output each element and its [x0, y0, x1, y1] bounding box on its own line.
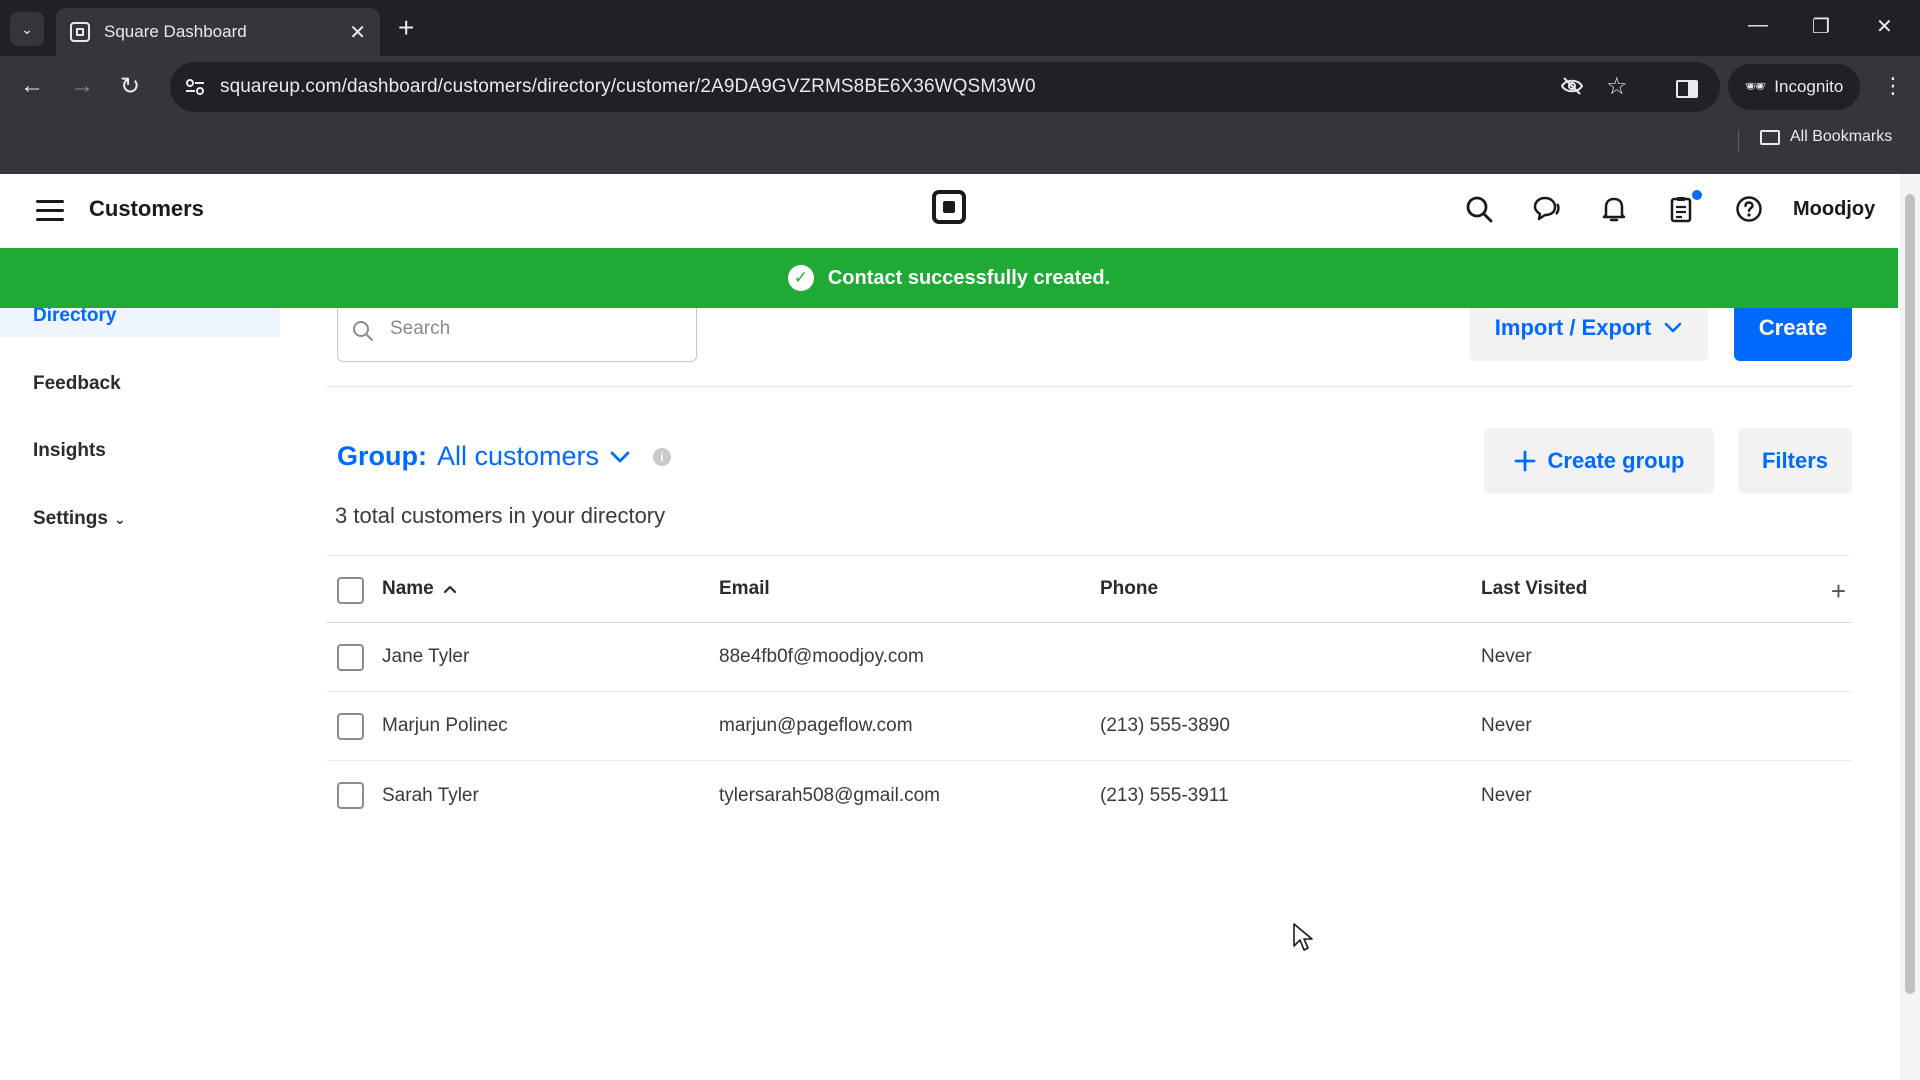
table-row[interactable]: Marjun Polinec marjun@pageflow.com (213)…	[326, 692, 1852, 761]
create-group-button[interactable]: Create group	[1484, 428, 1714, 494]
clipboard-tasks-icon[interactable]	[1666, 194, 1696, 224]
mouse-cursor-icon	[1293, 923, 1313, 951]
help-icon[interactable]	[1734, 194, 1764, 224]
star-bookmark-icon[interactable]: ☆	[1606, 72, 1628, 101]
table-row[interactable]: Sarah Tyler tylersarah508@gmail.com (213…	[326, 761, 1852, 830]
eye-off-icon[interactable]	[1560, 74, 1584, 98]
notifications-bell-icon[interactable]	[1599, 194, 1629, 224]
customer-phone: (213) 555-3911	[1100, 784, 1229, 806]
side-panel-icon[interactable]	[1676, 80, 1698, 98]
all-bookmarks-label: All Bookmarks	[1790, 128, 1893, 145]
search-icon	[353, 321, 373, 341]
app-header: Customers Moodjoy	[0, 174, 1898, 248]
last-visited-column-header[interactable]: Last Visited	[1481, 556, 1587, 622]
messages-icon[interactable]	[1531, 194, 1561, 224]
toolbar-divider	[326, 386, 1852, 387]
chevron-down-icon[interactable]	[609, 449, 631, 465]
page-title: Customers	[89, 196, 204, 221]
customer-last-visited: Never	[1481, 784, 1532, 806]
name-column-header[interactable]: Name	[382, 556, 458, 622]
close-tab-icon[interactable]: ✕	[349, 20, 366, 45]
sidebar-item-label: Settings	[33, 508, 108, 529]
customer-name: Jane Tyler	[382, 646, 470, 667]
table-header-row: Name Email Phone Last Visited +	[326, 555, 1852, 623]
reload-icon[interactable]: ↻	[120, 72, 140, 101]
customer-last-visited: Never	[1481, 715, 1532, 736]
search-input[interactable]: Search	[337, 300, 697, 362]
browser-menu-icon[interactable]: ⋮	[1882, 75, 1904, 97]
group-dropdown[interactable]: All customers	[437, 441, 599, 472]
scrollbar-thumb[interactable]	[1905, 194, 1915, 994]
check-circle-icon: ✓	[787, 265, 814, 291]
hamburger-menu-icon[interactable]	[36, 200, 64, 222]
incognito-label: Incognito	[1774, 77, 1844, 96]
square-logo-icon[interactable]	[932, 190, 966, 224]
sidebar-item-feedback[interactable]: Feedback	[0, 356, 280, 412]
close-window-icon[interactable]: ✕	[1876, 14, 1893, 39]
new-tab-icon[interactable]: +	[398, 12, 414, 44]
browser-toolbar: ← → ↻ squareup.com/dashboard/customers/d…	[0, 56, 1920, 174]
incognito-icon: 🕶	[1744, 77, 1767, 96]
url-text: squareup.com/dashboard/customers/directo…	[220, 76, 1036, 97]
tab-title: Square Dashboard	[104, 22, 247, 41]
customer-email: marjun@pageflow.com	[719, 715, 913, 736]
create-group-label: Create group	[1547, 448, 1685, 473]
sidebar-item-label: Insights	[33, 440, 106, 461]
square-favicon-icon	[70, 22, 90, 42]
row-checkbox[interactable]	[337, 713, 364, 740]
account-menu[interactable]: Moodjoy	[1793, 198, 1875, 221]
restore-icon[interactable]: ❐	[1812, 14, 1830, 39]
bookmarks-separator	[1738, 130, 1739, 152]
search-icon[interactable]	[1464, 194, 1494, 224]
all-bookmarks-button[interactable]: All Bookmarks	[1760, 128, 1892, 146]
filters-label: Filters	[1761, 448, 1829, 473]
add-column-icon[interactable]: +	[1831, 576, 1846, 607]
group-selector: Group: All customers i	[337, 441, 672, 472]
toast-message: Contact successfully created.	[827, 266, 1111, 289]
customers-table: Name Email Phone Last Visited + Jane Tyl…	[326, 555, 1852, 830]
customer-name: Marjun Polinec	[382, 715, 508, 736]
customer-phone: (213) 555-3890	[1100, 715, 1230, 736]
forward-icon[interactable]: →	[70, 72, 94, 100]
page-scrollbar[interactable]	[1900, 174, 1920, 1080]
plus-icon	[1514, 450, 1535, 472]
chevron-down-icon	[1664, 322, 1682, 333]
customer-name: Sarah Tyler	[382, 784, 479, 806]
notification-badge	[1692, 190, 1702, 200]
browser-tab-bar: ⌄ Square Dashboard ✕ + — ❐ ✕	[0, 0, 1920, 56]
row-checkbox[interactable]	[337, 644, 364, 671]
back-icon[interactable]: ←	[20, 72, 44, 100]
minimize-icon[interactable]: —	[1748, 14, 1768, 37]
tab-search-dropdown-icon[interactable]: ⌄	[10, 12, 44, 46]
browser-tab[interactable]: Square Dashboard ✕	[56, 8, 380, 56]
address-bar[interactable]: squareup.com/dashboard/customers/directo…	[170, 62, 1720, 112]
site-info-icon[interactable]	[184, 76, 206, 98]
customer-email: 88e4fb0f@moodjoy.com	[719, 646, 924, 667]
group-label: Group:	[337, 441, 427, 471]
import-export-label: Import / Export	[1494, 315, 1652, 340]
filters-button[interactable]: Filters	[1738, 428, 1852, 494]
customer-last-visited: Never	[1481, 646, 1532, 667]
total-customers-text: 3 total customers in your directory	[335, 503, 666, 528]
search-placeholder: Search	[390, 318, 451, 339]
incognito-indicator[interactable]: 🕶 Incognito	[1728, 64, 1860, 110]
info-icon[interactable]: i	[653, 447, 672, 466]
sidebar-item-label: Feedback	[33, 373, 121, 394]
name-header-label: Name	[382, 578, 434, 599]
folder-icon	[1760, 129, 1780, 145]
row-checkbox[interactable]	[337, 782, 364, 809]
create-label: Create	[1758, 315, 1828, 340]
select-all-checkbox[interactable]	[337, 577, 364, 604]
sort-ascending-icon	[443, 585, 456, 594]
table-row[interactable]: Jane Tyler 88e4fb0f@moodjoy.com Never	[326, 623, 1852, 692]
email-column-header[interactable]: Email	[719, 556, 770, 622]
success-toast: ✓ Contact successfully created.	[0, 248, 1898, 308]
sidebar-item-label: Directory	[33, 305, 117, 326]
sidebar-item-insights[interactable]: Insights	[0, 423, 280, 479]
chevron-down-icon: ⌄	[113, 510, 126, 527]
sidebar-item-settings[interactable]: Settings ⌄	[0, 491, 280, 547]
phone-column-header[interactable]: Phone	[1100, 556, 1158, 622]
customer-email: tylersarah508@gmail.com	[719, 784, 940, 806]
